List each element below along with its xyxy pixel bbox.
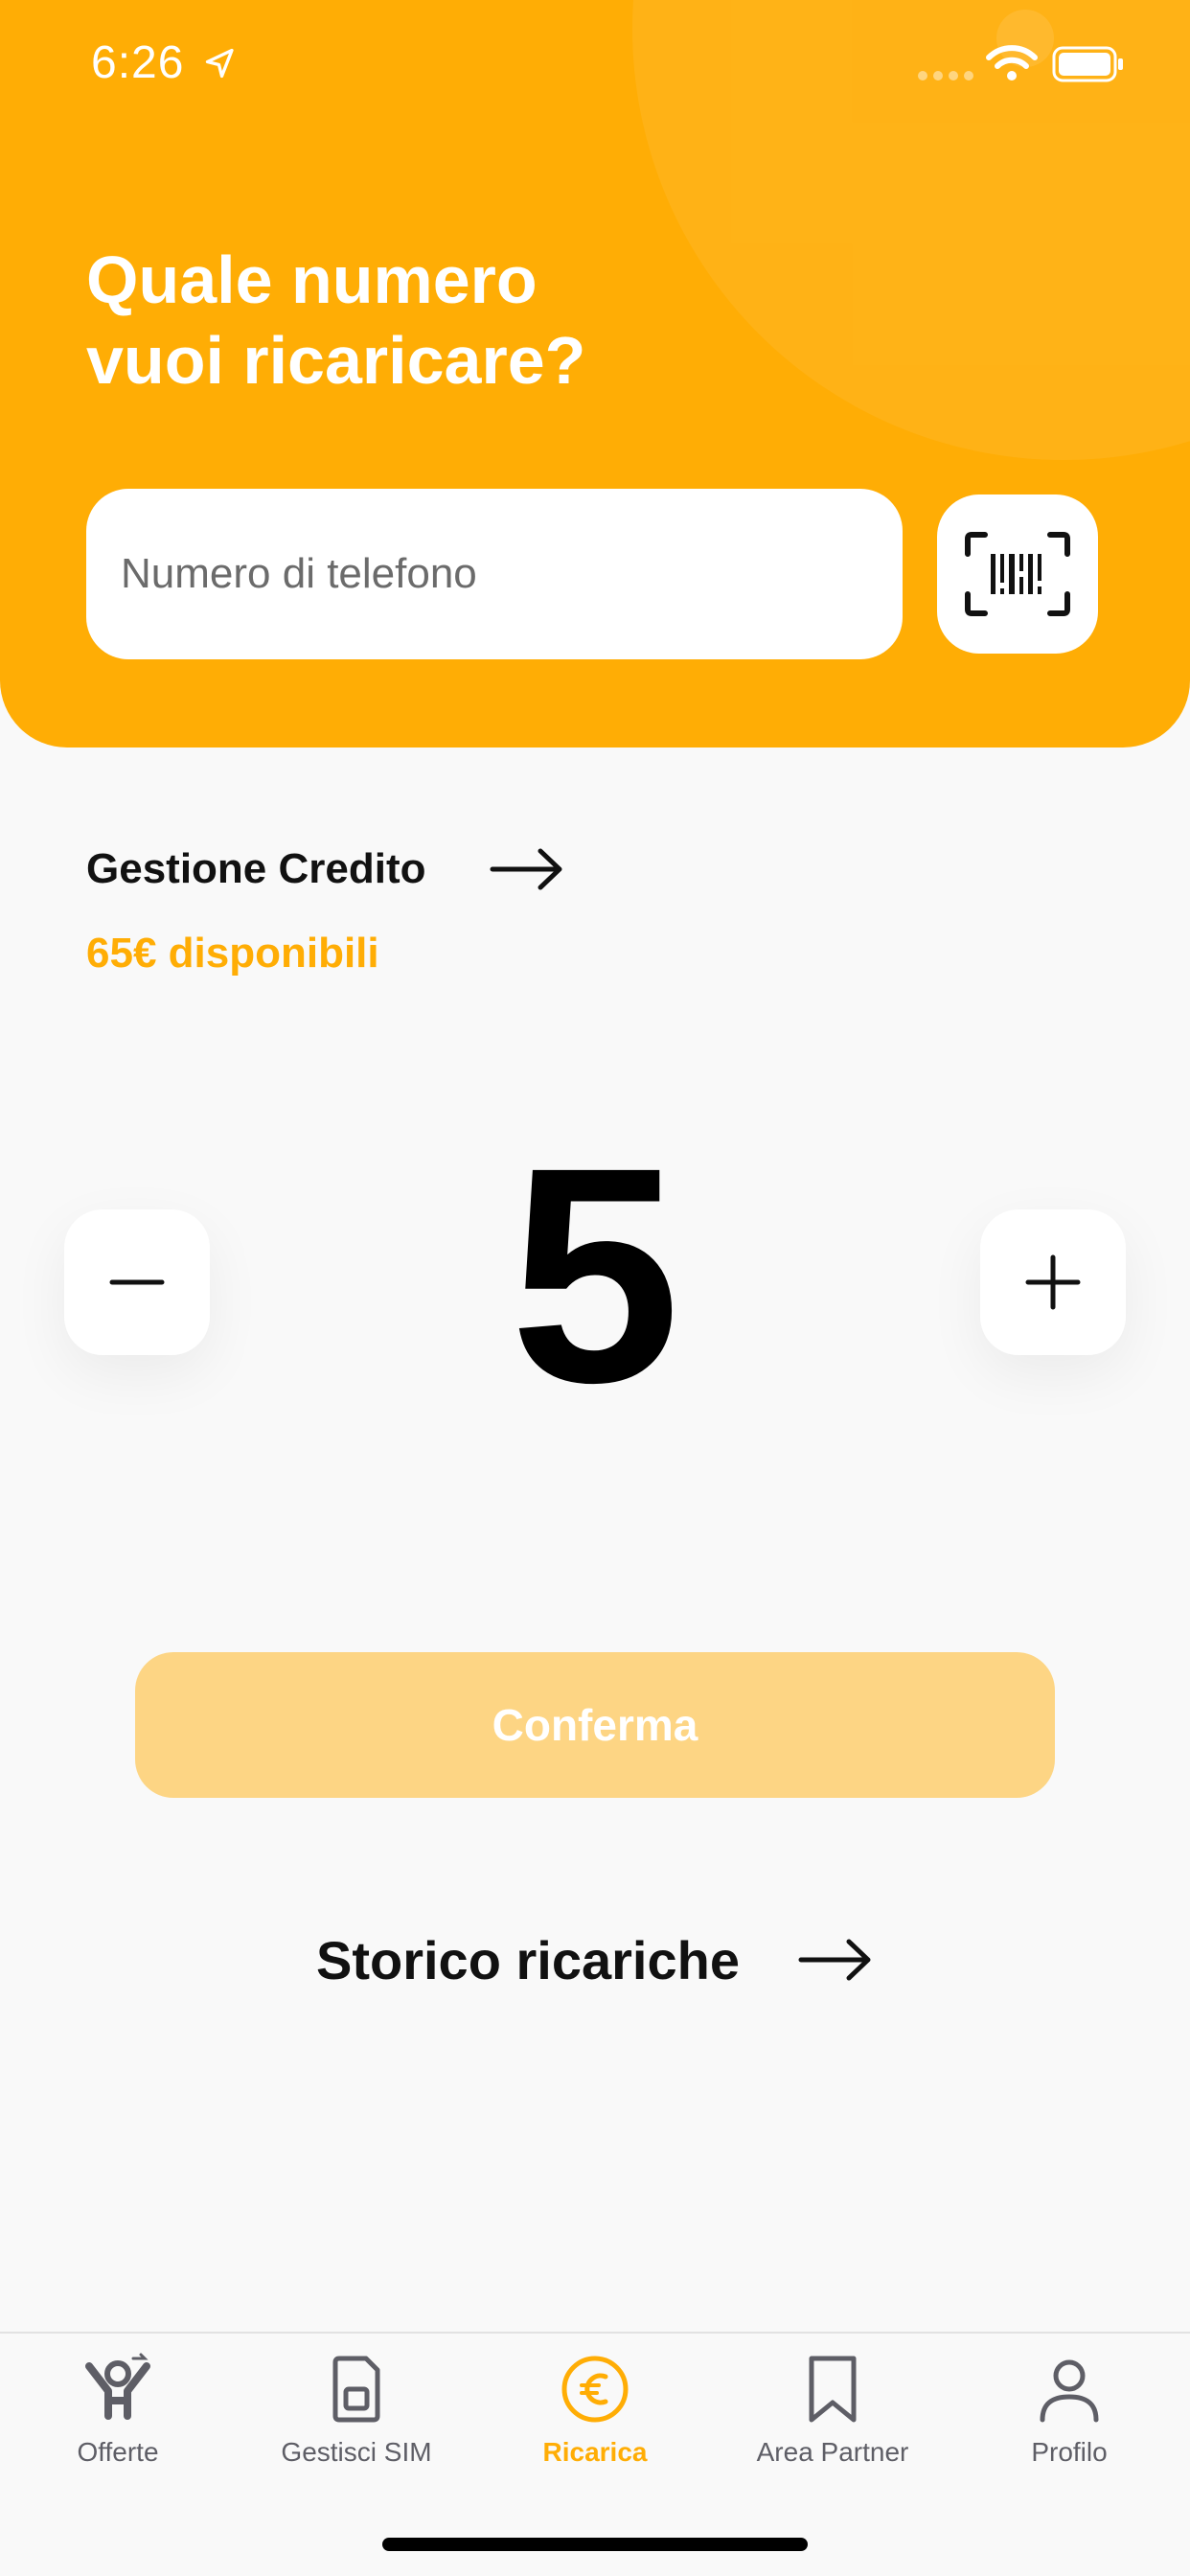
page-title-line1: Quale numero [86,242,538,317]
arrow-right-icon[interactable] [489,845,565,893]
status-bar: 6:26 [0,0,1190,126]
barcode-scan-button[interactable] [937,494,1098,654]
tab-ricarica[interactable]: Ricarica [480,2353,710,2496]
decrease-amount-button[interactable] [64,1209,210,1355]
user-icon [1040,2359,1099,2423]
tab-label: Gestisci SIM [281,2437,432,2467]
plus-icon [1025,1254,1081,1310]
phone-number-input[interactable] [86,489,903,659]
cellular-signal-icon [918,71,973,80]
bookmark-icon [809,2356,857,2423]
recharge-amount: 5 [510,1103,680,1446]
header: 6:26 Quale numero vuoi ricaricare? [0,0,1190,748]
tab-label: Profilo [1031,2437,1108,2467]
tab-offerte[interactable]: Offerte [3,2353,233,2496]
location-arrow-icon [205,48,234,79]
page-title: Quale numero vuoi ricaricare? [86,240,757,401]
recharge-screen: 6:26 Quale numero vuoi ricaricare? Numer… [0,0,1190,2576]
available-credit: 65€ disponibili [86,930,379,977]
arrow-right-icon [798,1939,871,1981]
page-title-line2: vuoi ricaricare? [86,323,586,398]
increase-amount-button[interactable] [980,1209,1126,1355]
minus-icon [109,1279,165,1285]
confirm-button[interactable]: Conferma [135,1652,1055,1798]
euro-icon [561,2356,629,2423]
status-time: 6:26 [91,37,185,88]
recharge-history-label: Storico ricariche [316,1929,740,1990]
tab-profilo[interactable]: Profilo [954,2353,1184,2496]
recharge-history-link[interactable]: Storico ricariche [316,1926,874,1993]
tab-area-partner[interactable]: Area Partner [718,2353,948,2496]
tab-label: Offerte [77,2437,159,2467]
credit-management-link[interactable]: Gestione Credito [86,845,426,893]
sim-icon [332,2356,380,2423]
tab-label: Ricarica [542,2437,648,2467]
home-indicator[interactable] [382,2538,808,2551]
tab-gestisci-sim[interactable]: Gestisci SIM [241,2353,471,2496]
battery-icon [1052,46,1123,82]
barcode-scan-icon [965,532,1070,616]
wifi-icon [986,45,1038,80]
offers-icon [85,2353,150,2420]
tab-label: Area Partner [756,2437,909,2467]
